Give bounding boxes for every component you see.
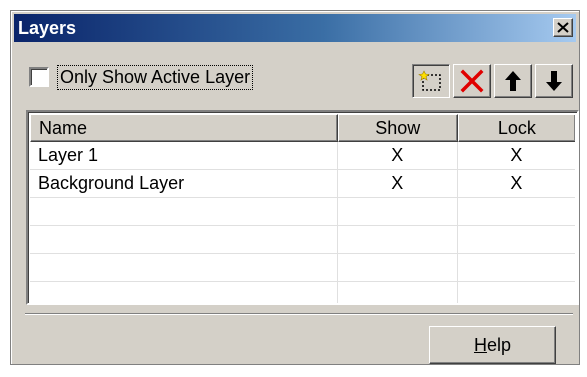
layer-name-cell[interactable]: Background Layer [30, 170, 338, 198]
table-row[interactable]: Layer 1 X X [30, 142, 575, 170]
column-header-lock[interactable]: Lock [457, 114, 575, 142]
window-title: Layers [18, 18, 77, 38]
layer-show-cell[interactable]: X [338, 170, 458, 198]
help-label: elp [486, 335, 512, 355]
layers-list[interactable]: Name Show Lock Layer 1 X X Background La… [26, 110, 579, 305]
layer-name-cell[interactable]: Layer 1 [30, 142, 338, 170]
only-show-active-checkbox[interactable] [29, 67, 49, 87]
arrow-down-icon [546, 71, 562, 91]
move-layer-down-button[interactable] [535, 64, 573, 98]
empty-row [30, 198, 575, 226]
list-rows: Layer 1 X X Background Layer X X [30, 142, 575, 303]
title-bar[interactable]: Layers [14, 14, 576, 42]
help-accelerator: H [473, 335, 487, 355]
column-header-show[interactable]: Show [337, 114, 458, 142]
only-show-active-option[interactable]: Only Show Active Layer [29, 64, 254, 90]
arrow-up-icon [505, 71, 521, 91]
empty-row [30, 254, 575, 282]
delete-layer-button[interactable] [453, 64, 491, 98]
new-layer-icon [418, 70, 441, 91]
empty-row [30, 282, 575, 303]
close-icon [557, 22, 569, 33]
layer-lock-cell[interactable]: X [458, 142, 575, 170]
new-layer-button[interactable] [412, 64, 450, 98]
empty-row [30, 226, 575, 254]
column-header-name[interactable]: Name [30, 114, 338, 142]
layer-show-cell[interactable]: X [338, 142, 458, 170]
move-layer-up-button[interactable] [494, 64, 532, 98]
list-header: Name Show Lock [30, 114, 575, 142]
delete-x-icon [460, 69, 484, 93]
layers-dialog: Layers Only Show Active Layer Name Show … [10, 10, 580, 365]
layer-lock-cell[interactable]: X [458, 170, 575, 198]
layer-toolbar [412, 64, 573, 98]
close-button[interactable] [553, 18, 573, 37]
only-show-active-label[interactable]: Only Show Active Layer [56, 64, 254, 90]
help-button[interactable]: Help [429, 326, 556, 364]
separator [25, 313, 573, 315]
table-row[interactable]: Background Layer X X [30, 170, 575, 198]
